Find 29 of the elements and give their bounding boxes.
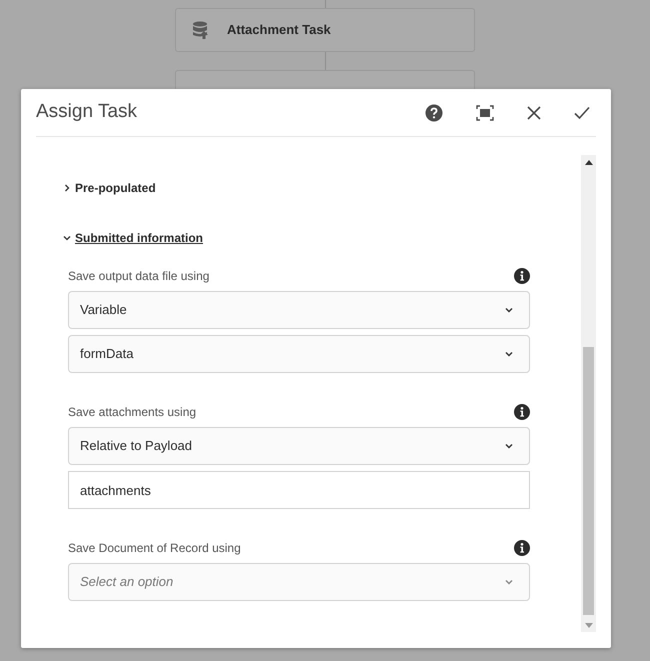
database-upload-icon (192, 21, 209, 39)
select-dropdown[interactable]: Relative to Payload (68, 427, 530, 465)
chevron-down-icon (504, 577, 514, 587)
info-icon[interactable] (514, 404, 530, 420)
chevron-down-icon (504, 305, 514, 315)
info-icon[interactable] (514, 540, 530, 556)
text-field[interactable]: attachments (68, 471, 530, 509)
help-icon[interactable] (425, 104, 443, 122)
step-title: Attachment Task (227, 21, 331, 40)
field-label: Save attachments using (68, 404, 196, 421)
chevron-right-icon (62, 183, 72, 193)
field-label: Save output data file using (68, 268, 210, 285)
select-dropdown[interactable]: formData (68, 335, 530, 373)
chevron-down-icon (62, 233, 72, 243)
section-toggle[interactable]: Pre-populated (62, 179, 156, 197)
scroll-up-arrow-icon[interactable] (584, 160, 592, 165)
info-icon[interactable] (514, 268, 530, 284)
select-dropdown[interactable]: Select an option (68, 563, 530, 601)
dialog-title: Assign Task (36, 100, 138, 124)
workflow-step-card[interactable]: Attachment Task (175, 8, 475, 52)
chevron-down-icon (504, 349, 514, 359)
section-toggle[interactable]: Submitted information (62, 229, 203, 247)
chevron-down-icon (504, 441, 514, 451)
close-icon[interactable] (527, 106, 541, 120)
checkmark-icon[interactable] (574, 106, 590, 120)
scrollbar[interactable] (581, 155, 596, 632)
field-label: Save Document of Record using (68, 540, 241, 557)
select-dropdown[interactable]: Variable (68, 291, 530, 329)
fullscreen-icon[interactable] (476, 104, 494, 120)
